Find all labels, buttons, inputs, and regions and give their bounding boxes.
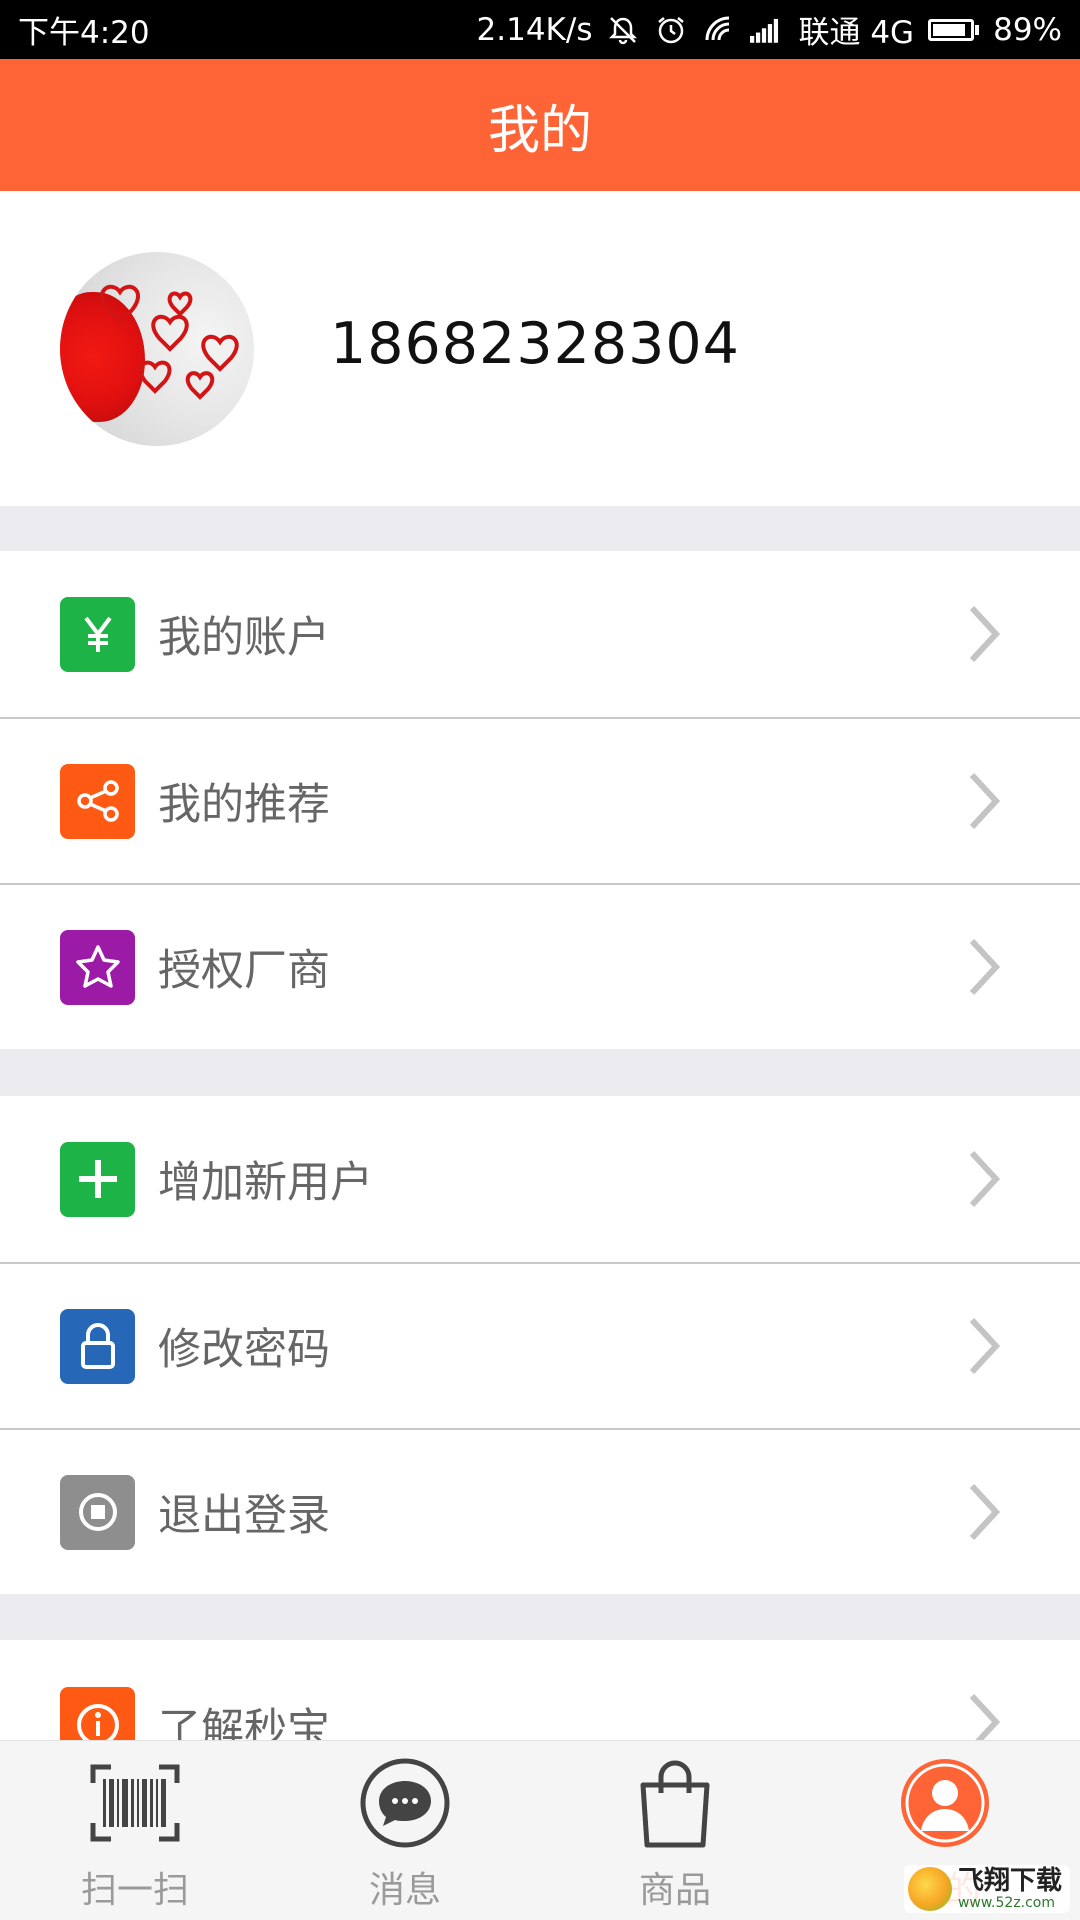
nav-item-products[interactable]: 商品 — [540, 1741, 810, 1920]
barcode-scan-icon — [87, 1755, 183, 1851]
shopping-bag-icon — [627, 1755, 723, 1851]
profile-section[interactable]: 18682328304 — [0, 191, 1080, 506]
network-speed: 2.14K/s — [476, 11, 593, 48]
nav-label: 消息 — [368, 1870, 441, 1911]
menu-label: 我的推荐 — [158, 780, 330, 830]
nav-label: 商品 — [638, 1870, 711, 1911]
chevron-right-icon — [966, 771, 1002, 831]
plus-icon — [60, 1141, 135, 1217]
avatar[interactable] — [60, 252, 254, 446]
watermark-logo-icon — [907, 1867, 952, 1911]
signal-icon — [750, 13, 784, 47]
carrier-label: 联通 4G — [798, 15, 915, 51]
lock-icon — [60, 1308, 135, 1384]
alarm-clock-icon — [654, 13, 688, 47]
menu-group-user: 增加新用户 修改密码 退出登录 — [0, 1096, 1080, 1594]
wifi-icon — [702, 13, 736, 47]
username: 18682328304 — [330, 311, 740, 377]
nav-item-messages[interactable]: 消息 — [270, 1741, 540, 1920]
watermark: 飞翔下载 www.52z.com — [903, 1865, 1070, 1913]
battery-fill — [933, 23, 966, 36]
menu-label: 增加新用户 — [158, 1158, 373, 1208]
chevron-right-icon — [966, 1482, 1002, 1542]
chevron-right-icon — [966, 937, 1002, 997]
avatar-heart-pattern — [100, 284, 239, 400]
watermark-main: 飞翔下载 — [957, 1866, 1062, 1896]
menu-item-my-recommend[interactable]: 我的推荐 — [0, 717, 1080, 883]
menu-item-change-password[interactable]: 修改密码 — [0, 1262, 1080, 1428]
menu-label: 修改密码 — [158, 1325, 330, 1375]
bottom-nav: 扫一扫 消息 商品 飞翔下载 www.52z.com — [0, 1740, 1080, 1920]
user-avatar-icon — [897, 1755, 993, 1851]
message-bubble-icon — [357, 1755, 453, 1851]
mute-bell-icon — [606, 13, 640, 47]
chevron-right-icon — [966, 1149, 1002, 1209]
menu-label: 授权厂商 — [158, 946, 330, 996]
logout-icon — [60, 1474, 135, 1550]
status-bar: 下午4:20 2.14K/s 联通 4G 89% — [0, 0, 1080, 59]
menu-group-account: 我的账户 我的推荐 授权厂商 — [0, 551, 1080, 1049]
nav-label: 扫一扫 — [80, 1870, 189, 1911]
yen-icon — [60, 596, 135, 672]
menu-item-authorized-vendors[interactable]: 授权厂商 — [0, 883, 1080, 1049]
page-title: 我的 — [487, 100, 592, 161]
watermark-sub: www.52z.com — [957, 1895, 1056, 1911]
share-icon — [60, 763, 135, 839]
chevron-right-icon — [966, 1316, 1002, 1376]
menu-label: 我的账户 — [158, 613, 330, 663]
menu-item-logout[interactable]: 退出登录 — [0, 1428, 1080, 1594]
chevron-right-icon — [966, 604, 1002, 664]
menu-item-add-user[interactable]: 增加新用户 — [0, 1096, 1080, 1262]
title-bar: 我的 — [0, 59, 1080, 191]
battery-percent: 89% — [993, 11, 1062, 48]
screen: 下午4:20 2.14K/s 联通 4G 89% 我的 18682328304 … — [0, 0, 1080, 1920]
status-time: 下午4:20 — [18, 15, 150, 51]
nav-item-scan[interactable]: 扫一扫 — [0, 1741, 270, 1920]
battery-icon — [928, 18, 980, 41]
status-right: 2.14K/s 联通 4G 89% — [477, 7, 1062, 52]
menu-label: 退出登录 — [158, 1491, 330, 1541]
menu-item-my-account[interactable]: 我的账户 — [0, 551, 1080, 717]
star-icon — [60, 929, 135, 1005]
